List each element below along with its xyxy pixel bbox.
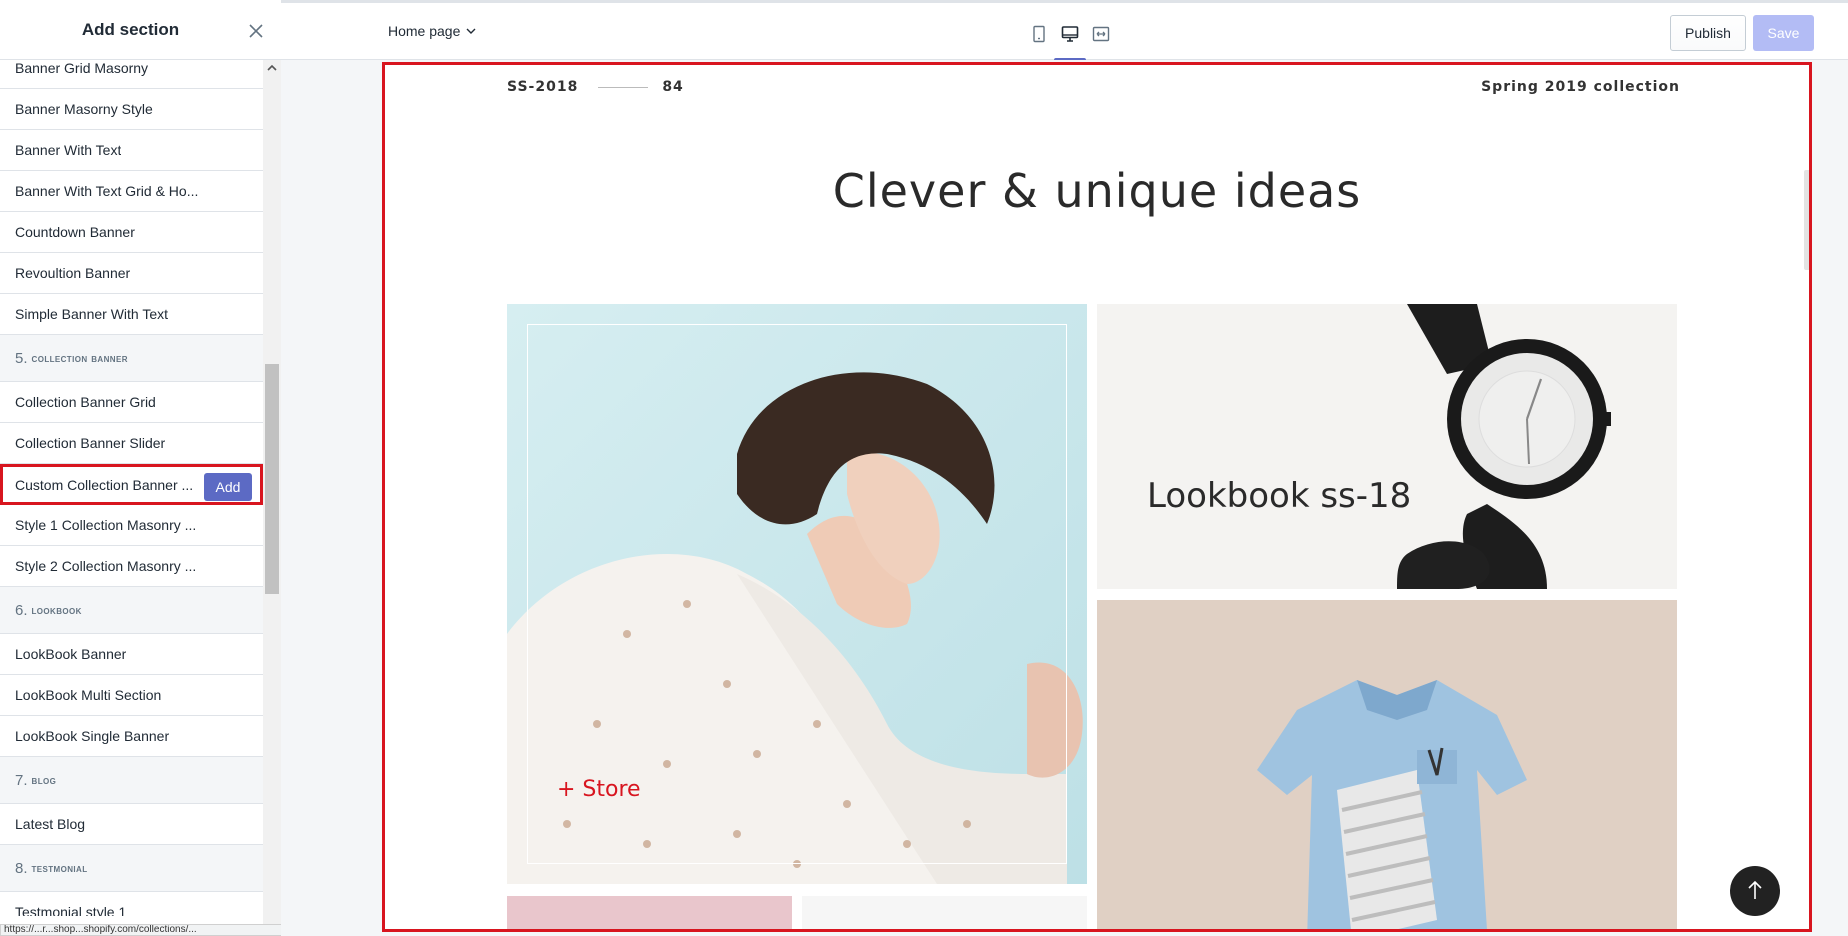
page-selector-label: Home page <box>388 23 461 39</box>
season-code: SS-2018 <box>507 79 579 95</box>
section-list: Banner Grid Masorny Banner Masorny Style B… <box>0 48 263 916</box>
banner-woman[interactable]: + Store <box>507 304 1087 884</box>
section-item[interactable]: Style 1 Collection Masonry ... <box>0 505 263 546</box>
section-item-label: Revoultion Banner <box>15 265 131 281</box>
section-item[interactable]: Banner With Text <box>0 130 263 171</box>
save-button[interactable]: Save <box>1753 15 1814 51</box>
section-item-label: Style 1 Collection Masonry ... <box>15 517 197 533</box>
section-item[interactable]: Revoultion Banner <box>0 253 263 294</box>
collection-label: Spring 2019 collection <box>1481 79 1680 95</box>
section-item-label: Testmonial style 1 <box>15 904 127 916</box>
category-label: BLOG <box>31 773 57 787</box>
category-number: 8. <box>15 859 28 877</box>
add-section-sidebar: Add section Banner Grid Masorny Banner Ma… <box>0 0 310 936</box>
category-label: LOOKBOOK <box>31 603 82 617</box>
divider <box>598 86 649 88</box>
section-item-label: Collection Banner Grid <box>15 394 156 410</box>
section-item-label: Simple Banner With Text <box>15 306 169 322</box>
season-line: SS-2018 84 <box>507 79 684 95</box>
section-item-label: Banner With Text Grid & Ho... <box>15 183 199 199</box>
category-header: 5. COLLECTION BANNER <box>0 335 263 382</box>
category-number: 6. <box>15 601 28 619</box>
scrollbar-thumb[interactable] <box>265 364 279 594</box>
section-item[interactable]: Banner With Text Grid & Ho... <box>0 171 263 212</box>
section-item[interactable]: Banner Masorny Style <box>0 89 263 130</box>
desktop-view-icon[interactable] <box>1061 25 1079 43</box>
section-item-label: Latest Blog <box>15 816 86 832</box>
category-label: COLLECTION BANNER <box>31 351 128 365</box>
banner-shirt[interactable] <box>1097 600 1677 932</box>
shirt-photo <box>1097 600 1677 932</box>
section-item-label: LookBook Single Banner <box>15 728 170 744</box>
chevron-down-icon <box>466 28 476 34</box>
store-link[interactable]: + Store <box>557 777 641 802</box>
arrow-up-icon <box>1748 880 1762 899</box>
section-item[interactable]: Collection Banner Slider <box>0 423 263 464</box>
section-item[interactable]: Simple Banner With Text <box>0 294 263 335</box>
section-item[interactable]: LookBook Single Banner <box>0 716 263 757</box>
section-item-label: LookBook Multi Section <box>15 687 162 703</box>
section-item[interactable]: Banner Grid Masorny <box>0 48 263 89</box>
section-item[interactable]: Latest Blog <box>0 804 263 845</box>
fullscreen-view-icon[interactable] <box>1092 25 1110 43</box>
sidebar-scrollbar[interactable] <box>263 60 281 928</box>
watch-photo <box>1397 304 1611 589</box>
section-item-label: LookBook Banner <box>15 646 127 662</box>
section-item-label: Style 2 Collection Masonry ... <box>15 558 197 574</box>
section-item-label: Banner Masorny Style <box>15 101 153 117</box>
section-item[interactable]: Collection Banner Grid <box>0 382 263 423</box>
add-section-button[interactable]: Add <box>204 473 252 501</box>
publish-button[interactable]: Publish <box>1670 15 1746 51</box>
section-item[interactable]: LookBook Multi Section <box>0 675 263 716</box>
season-number: 84 <box>662 79 684 95</box>
section-item-label: Countdown Banner <box>15 224 135 240</box>
banner-light[interactable] <box>802 896 1087 932</box>
section-item-label: Banner With Text <box>15 142 122 158</box>
lookbook-title: Lookbook ss-18 <box>1147 476 1412 516</box>
category-label: TESTMONIAL <box>31 861 88 875</box>
category-header: 8. TESTMONIAL <box>0 845 263 892</box>
category-header: 7. BLOG <box>0 757 263 804</box>
banner-pink[interactable] <box>507 896 792 932</box>
status-bar-url: https://...r...shop...shopify.com/collec… <box>0 924 310 936</box>
category-number: 5. <box>15 349 28 367</box>
section-item[interactable]: Custom Collection Banner ... Add <box>0 464 263 505</box>
close-icon[interactable] <box>247 22 265 40</box>
section-item-label: Collection Banner Slider <box>15 435 166 451</box>
banner-lookbook[interactable]: Lookbook ss-18 <box>1097 304 1677 589</box>
section-item[interactable]: Countdown Banner <box>0 212 263 253</box>
editor-topbar: Home page Publish Save <box>281 0 1848 62</box>
section-item[interactable]: Style 2 Collection Masonry ... <box>0 546 263 587</box>
section-item-label: Banner Grid Masorny <box>15 60 149 76</box>
page-selector[interactable]: Home page <box>388 23 476 39</box>
mobile-view-icon[interactable] <box>1030 25 1048 43</box>
sidebar-title: Add section <box>81 19 180 39</box>
section-item[interactable]: Testmonial style 1 <box>0 892 263 916</box>
category-number: 7. <box>15 771 28 789</box>
section-item[interactable]: LookBook Banner <box>0 634 263 675</box>
category-header: 6. LOOKBOOK <box>0 587 263 634</box>
scroll-up-icon[interactable] <box>266 62 278 74</box>
back-to-top-button[interactable] <box>1730 866 1780 916</box>
storefront-preview: SS-2018 84 Spring 2019 collection Clever… <box>382 64 1812 932</box>
preview-scrollbar[interactable] <box>1804 170 1812 270</box>
section-heading: Clever & unique ideas <box>832 164 1362 218</box>
section-item-label: Custom Collection Banner ... <box>15 476 194 493</box>
